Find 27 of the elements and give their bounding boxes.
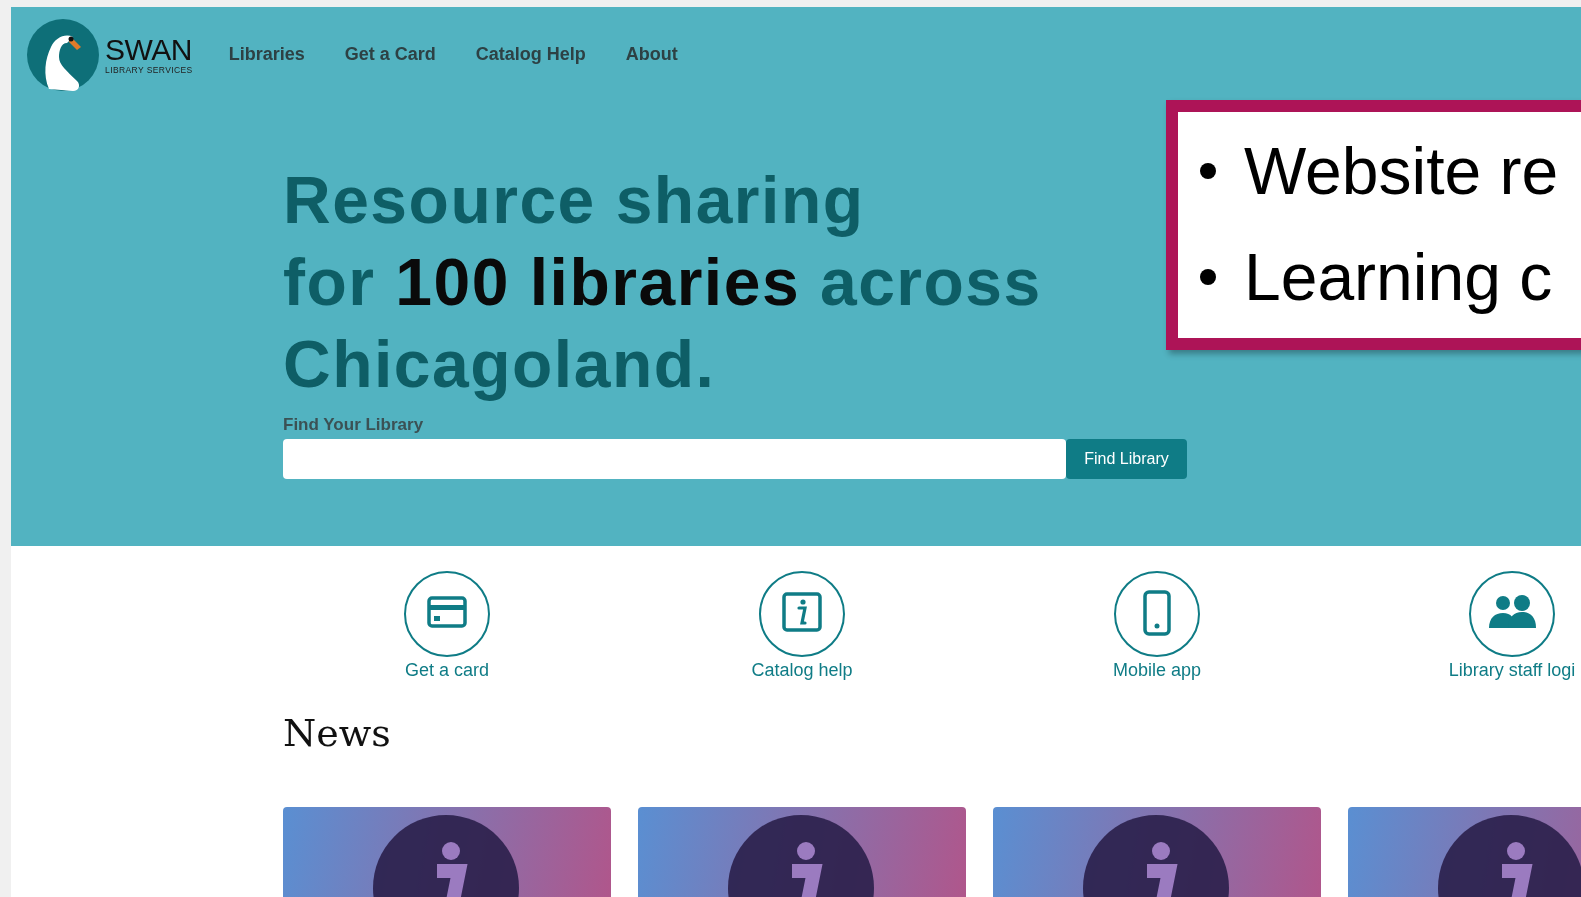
quick-link[interactable]: Library staff logi [1348, 570, 1581, 681]
nav-link[interactable]: Get a Card [344, 44, 436, 65]
nav-link[interactable]: Catalog Help [475, 44, 586, 65]
search-label: Find Your Library [283, 415, 425, 435]
people-icon [1468, 570, 1556, 658]
bullet-icon [1200, 163, 1216, 179]
phone-icon [1113, 570, 1201, 658]
callout-bullet-text: Learning c [1244, 239, 1553, 315]
quick-link[interactable]: Mobile app [993, 570, 1321, 681]
news-heading: News [283, 711, 392, 755]
swan-logo-icon [27, 18, 99, 91]
logo-tagline: LIBRARY SERVICES [105, 64, 193, 75]
hero-headline: Resource sharing for 100 libraries across Chicagoland. [283, 162, 1042, 403]
quick-link[interactable]: Catalog help [638, 570, 966, 681]
bullet-icon [1200, 269, 1216, 285]
library-search-field[interactable] [283, 439, 1066, 479]
news-card-image[interactable] [638, 807, 966, 897]
card-icon [403, 570, 491, 658]
nav-link[interactable]: Libraries [228, 44, 305, 65]
logo-wordmark[interactable]: SWAN [105, 34, 193, 65]
news-card-image[interactable] [993, 807, 1321, 897]
nav-link[interactable]: About [625, 44, 678, 65]
callout-bullet-text: Website re [1244, 133, 1559, 209]
find-library-button[interactable]: Find Library [1066, 439, 1187, 479]
info-icon [758, 570, 846, 658]
quick-link[interactable]: Get a card [283, 570, 611, 681]
news-card-image[interactable] [283, 807, 611, 897]
